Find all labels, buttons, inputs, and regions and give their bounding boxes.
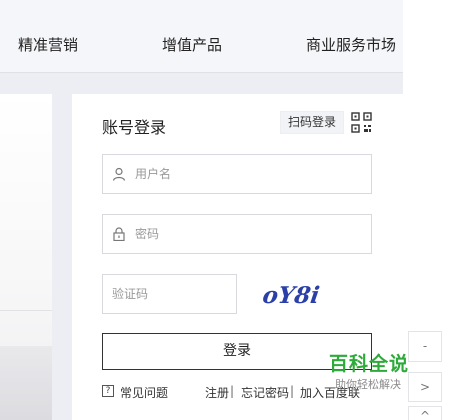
bottom-links: ? 常见问题 注册 | 忘记密码 | 加入百度联	[102, 384, 392, 404]
captcha-text: oY8i	[262, 282, 321, 309]
password-input[interactable]	[135, 215, 365, 253]
login-card: 账号登录 扫码登录 oY8i 登录 ? 常见问题	[72, 94, 403, 420]
banner-lower-area	[0, 346, 52, 420]
nav-item-precision-marketing[interactable]: 精准营销	[18, 34, 78, 55]
side-tool-collapse[interactable]: -	[408, 331, 442, 362]
register-link[interactable]: 注册	[205, 384, 229, 401]
help-icon: ?	[102, 385, 114, 397]
banner-image	[0, 94, 52, 420]
link-separator: |	[230, 384, 235, 398]
top-navigation: 精准营销 增值产品 商业服务市场	[0, 0, 403, 73]
username-field	[102, 154, 372, 194]
lock-icon	[113, 227, 125, 241]
login-button[interactable]: 登录	[102, 333, 372, 370]
username-input[interactable]	[135, 155, 365, 193]
faq-link[interactable]: 常见问题	[120, 384, 168, 401]
qr-login-button[interactable]: 扫码登录	[280, 111, 345, 134]
side-tool-back-to-top[interactable]: ^	[408, 406, 442, 420]
nav-item-value-added-products[interactable]: 增值产品	[162, 34, 222, 55]
captcha-input[interactable]	[112, 275, 230, 313]
banner-divider	[0, 310, 52, 311]
login-title: 账号登录	[102, 118, 167, 137]
side-tool-next[interactable]: >	[408, 372, 442, 402]
qr-code-icon[interactable]	[351, 112, 372, 133]
forgot-password-link[interactable]: 忘记密码	[241, 384, 289, 401]
join-union-link[interactable]: 加入百度联	[300, 384, 360, 401]
captcha-field	[102, 274, 237, 314]
captcha-image[interactable]: oY8i	[262, 280, 344, 312]
nav-item-business-service-market[interactable]: 商业服务市场	[306, 34, 396, 55]
password-field	[102, 214, 372, 254]
user-icon	[112, 167, 126, 181]
link-separator: |	[290, 384, 295, 398]
